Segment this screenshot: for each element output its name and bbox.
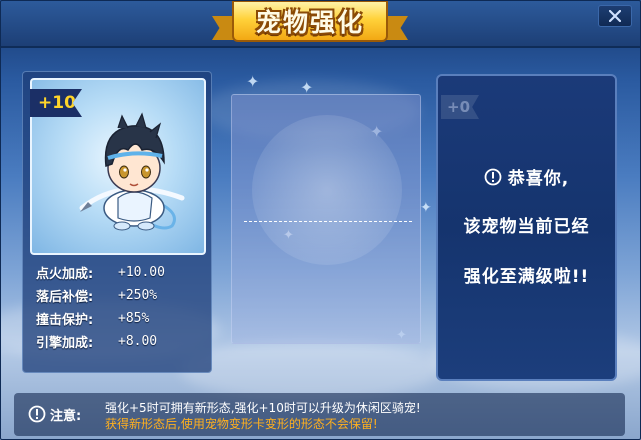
pet-enhance-window: ✦ ✦ ✦ ✦ ✦ ✦ 宠物强化 bbox=[0, 0, 641, 440]
window-frame bbox=[0, 0, 641, 440]
